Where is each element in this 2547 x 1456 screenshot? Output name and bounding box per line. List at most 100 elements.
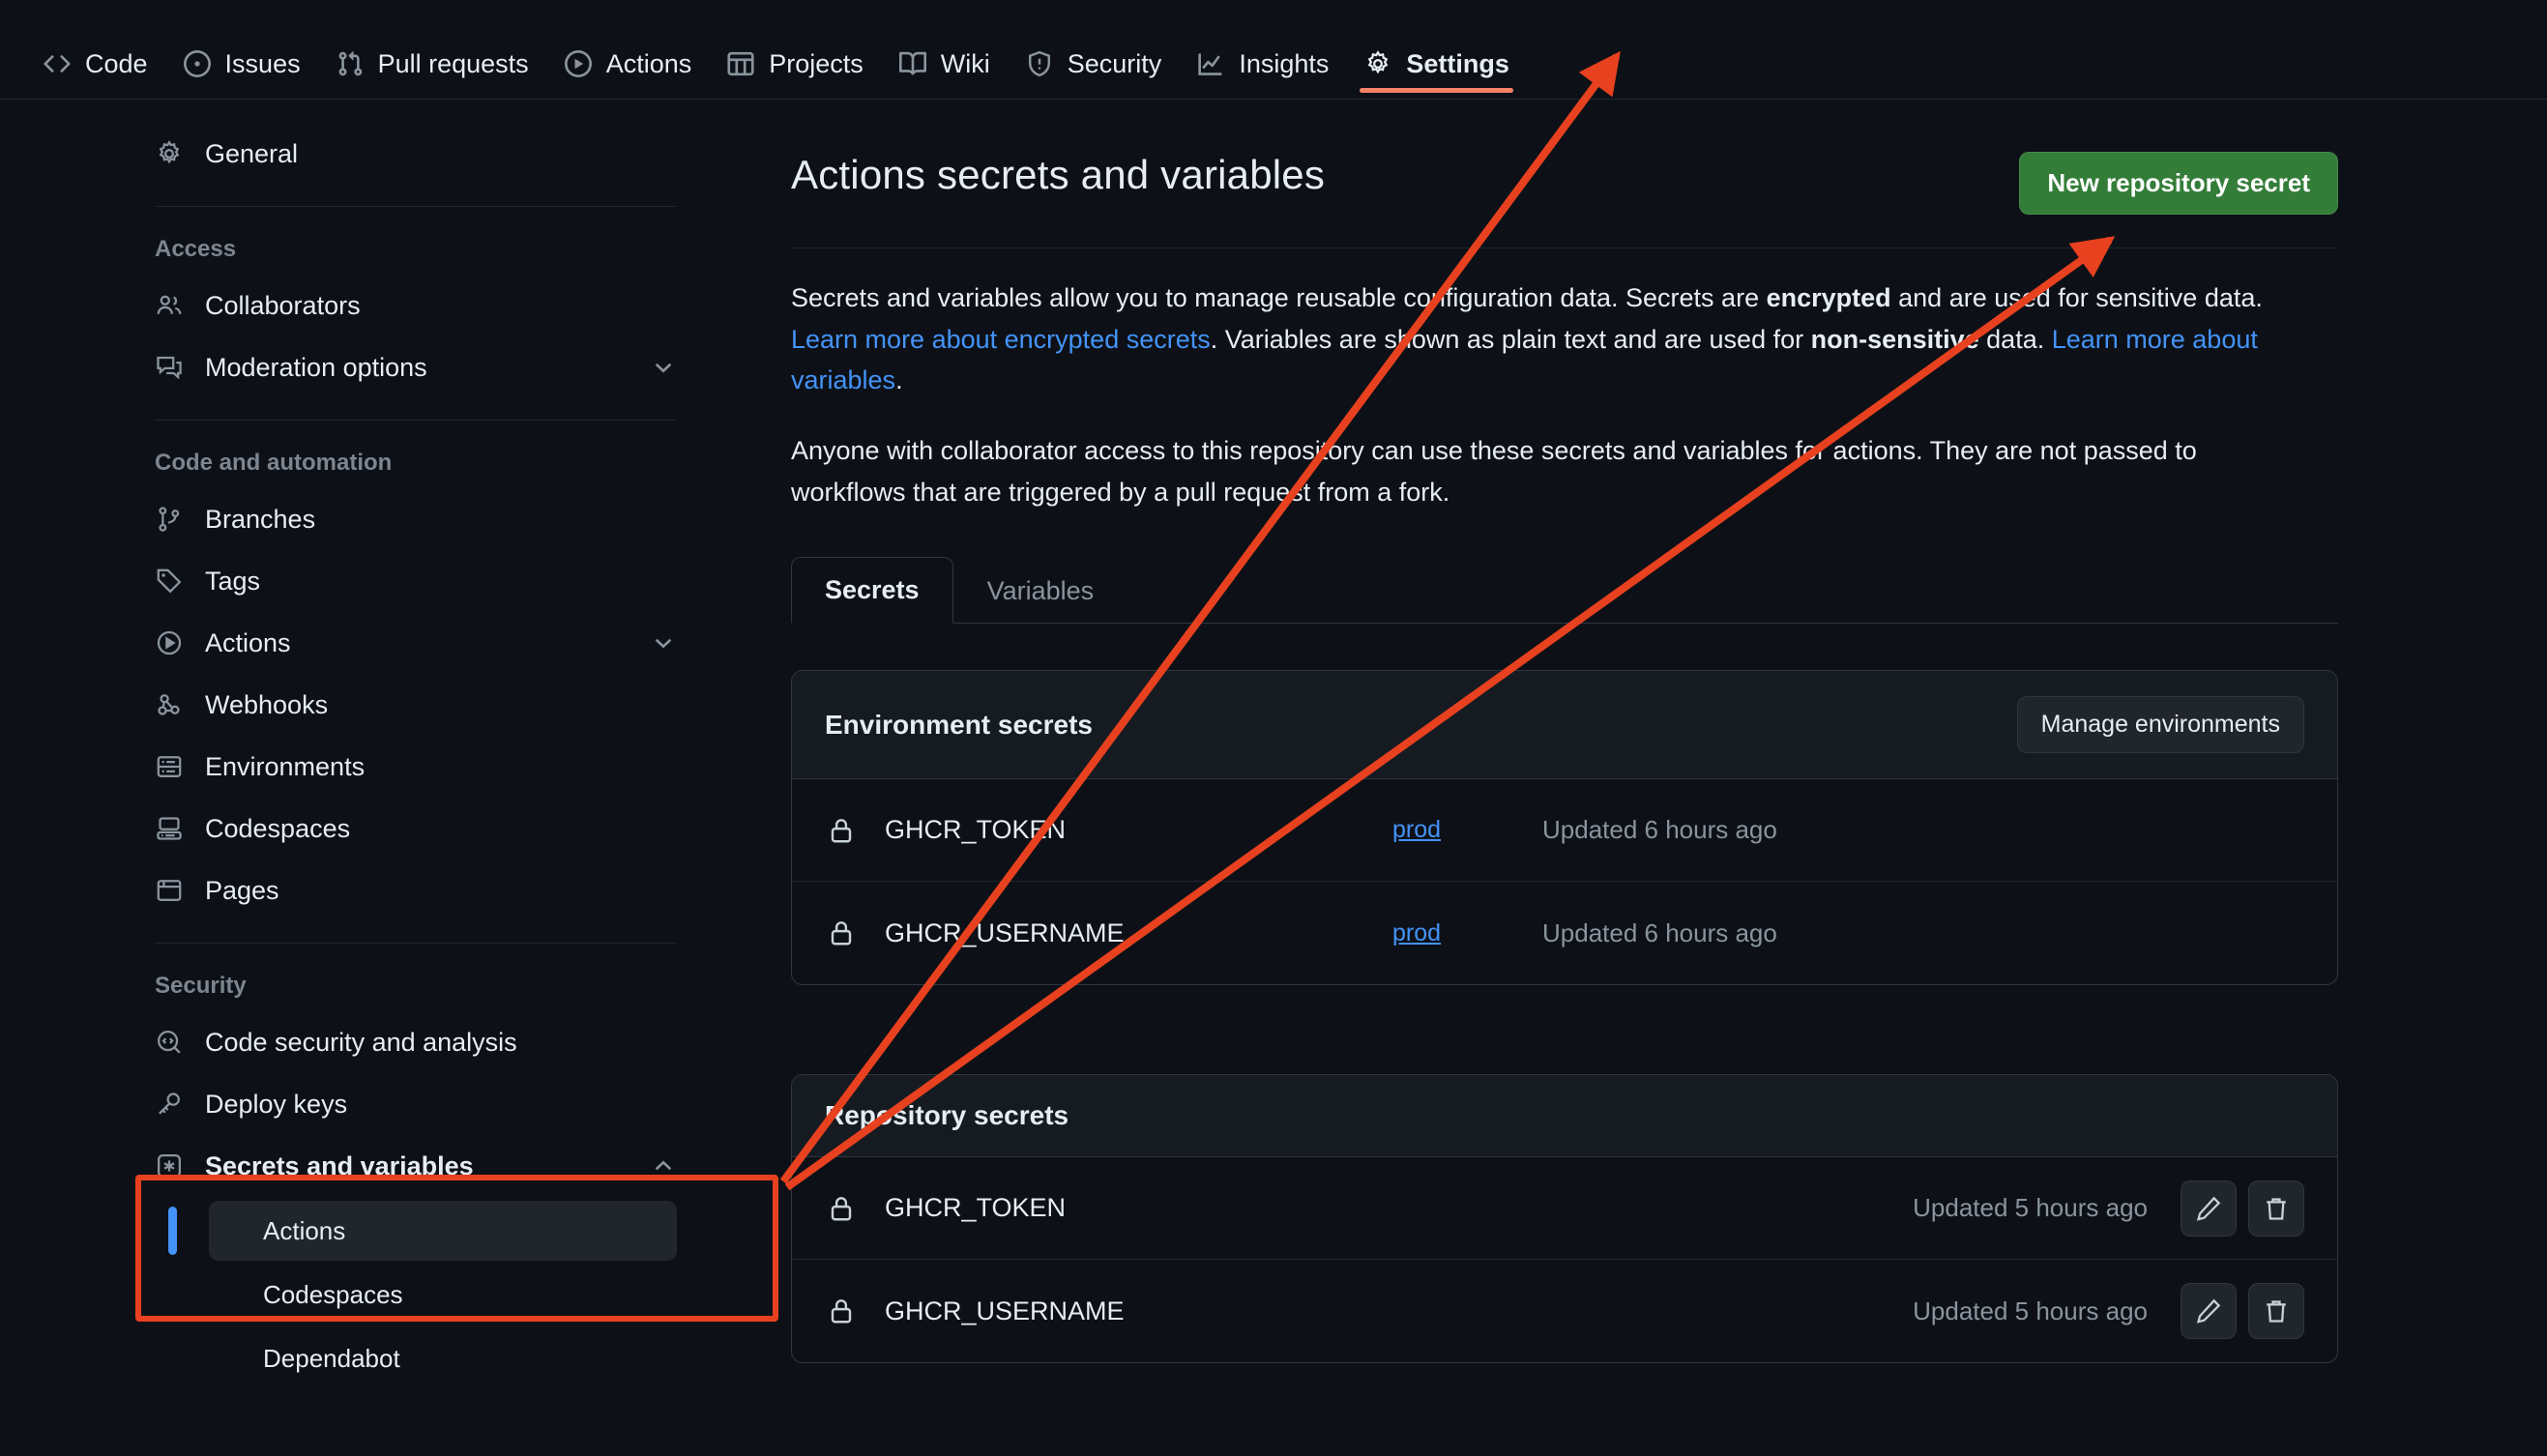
- sidebar-item-general[interactable]: General: [155, 123, 677, 185]
- repository-nav: Code Issues Pull requests Actions Projec…: [0, 0, 2547, 100]
- secrets-variables-tabs: Secrets Variables: [791, 557, 2338, 625]
- table-row[interactable]: GHCR_USERNAME prod Updated 6 hours ago: [792, 882, 2337, 984]
- nav-item-label: Actions: [605, 48, 692, 78]
- repository-secrets-title: Repository secrets: [825, 1100, 1069, 1131]
- sidebar-item-moderation-options[interactable]: Moderation options: [155, 336, 677, 398]
- secret-name: GHCR_USERNAME: [885, 917, 1125, 947]
- sidebar-subitem-label: Dependabot: [263, 1343, 400, 1373]
- nav-item-label: Pull requests: [377, 48, 529, 78]
- repository-secrets-header: Repository secrets: [792, 1075, 2337, 1158]
- browser-icon: [155, 876, 184, 905]
- row-actions: [2181, 1179, 2304, 1237]
- issue-opened-icon: [183, 49, 212, 78]
- secret-name: GHCR_TOKEN: [885, 815, 1067, 845]
- sidebar-item-label: Deploy keys: [205, 1089, 348, 1119]
- sidebar-item-label: General: [205, 138, 299, 168]
- nav-item-projects[interactable]: Projects: [709, 0, 881, 93]
- desc-text-3: . Variables are shown as plain text and …: [1210, 324, 1811, 354]
- secret-name: GHCR_USERNAME: [885, 1296, 1125, 1325]
- book-icon: [898, 49, 927, 78]
- environment-secrets-title: Environment secrets: [825, 709, 1093, 740]
- server-icon: [155, 752, 184, 781]
- sidebar-item-label: Collaborators: [205, 290, 361, 320]
- edit-secret-button[interactable]: [2181, 1283, 2237, 1340]
- key-icon: [155, 1090, 184, 1119]
- sidebar-item-codespaces[interactable]: Codespaces: [155, 798, 677, 859]
- sidebar-item-branches[interactable]: Branches: [155, 488, 677, 550]
- sidebar-item-label: Pages: [205, 875, 279, 905]
- nav-item-issues[interactable]: Issues: [165, 0, 318, 93]
- sidebar-item-label: Tags: [205, 566, 261, 596]
- comment-discussion-icon: [155, 353, 184, 382]
- row-actions: [2181, 1283, 2304, 1340]
- secret-updated: Updated 6 hours ago: [1542, 917, 1777, 947]
- nav-item-label: Security: [1067, 48, 1162, 78]
- sidebar-item-collaborators[interactable]: Collaborators: [155, 275, 677, 336]
- sidebar-item-environments[interactable]: Environments: [155, 736, 677, 798]
- codescan-icon: [155, 1028, 184, 1057]
- nav-item-actions[interactable]: Actions: [546, 0, 710, 93]
- sidebar-item-deploy-keys[interactable]: Deploy keys: [155, 1073, 677, 1135]
- table-row[interactable]: GHCR_TOKEN prod Updated 6 hours ago: [792, 779, 2337, 883]
- sidebar-item-label: Code security and analysis: [205, 1027, 517, 1057]
- new-repository-secret-button[interactable]: New repository secret: [2019, 152, 2338, 215]
- delete-secret-button[interactable]: [2248, 1179, 2304, 1237]
- nav-item-label: Insights: [1239, 48, 1330, 78]
- nav-item-label: Wiki: [940, 48, 990, 78]
- sidebar-item-label: Webhooks: [205, 689, 329, 719]
- desc-text-4: data.: [1978, 324, 2052, 354]
- codespaces-icon: [155, 814, 184, 843]
- manage-environments-button[interactable]: Manage environments: [2016, 696, 2304, 754]
- sidebar-divider: [155, 420, 677, 421]
- tab-secrets[interactable]: Secrets: [791, 557, 953, 625]
- nav-item-security[interactable]: Security: [1008, 0, 1180, 93]
- sidebar-item-secrets-dependabot[interactable]: Dependabot: [209, 1328, 677, 1388]
- chevron-down-icon[interactable]: [650, 354, 677, 381]
- git-branch-icon: [155, 505, 184, 534]
- sidebar-item-actions[interactable]: Actions: [155, 612, 677, 674]
- learn-more-encrypted-secrets-link[interactable]: Learn more about encrypted secrets: [791, 325, 1211, 354]
- desc-text-5: .: [895, 365, 903, 395]
- sidebar-item-pages[interactable]: Pages: [155, 859, 677, 921]
- lock-icon: [825, 1296, 858, 1325]
- repository-secrets-panel: Repository secrets GHCR_TOKEN Updated 5 …: [791, 1074, 2338, 1364]
- lock-icon: [825, 918, 858, 947]
- sidebar-item-label: Environments: [205, 751, 366, 781]
- webhook-icon: [155, 690, 184, 719]
- sidebar-item-webhooks[interactable]: Webhooks: [155, 674, 677, 736]
- gear-icon: [1363, 49, 1392, 78]
- nav-item-code[interactable]: Code: [25, 0, 165, 93]
- desc-text-2: and are used for sensitive data.: [1890, 283, 2263, 312]
- nav-item-wiki[interactable]: Wiki: [881, 0, 1008, 93]
- desc-bold-encrypted: encrypted: [1766, 283, 1891, 312]
- play-icon: [564, 49, 593, 78]
- main-content: Actions secrets and variables New reposi…: [791, 100, 2338, 1364]
- environment-link[interactable]: prod: [1291, 919, 1542, 947]
- sidebar-item-label: Branches: [205, 504, 316, 534]
- environment-secrets-header: Environment secrets Manage environments: [792, 671, 2337, 780]
- nav-item-label: Projects: [769, 48, 864, 78]
- play-icon: [155, 628, 184, 657]
- chevron-down-icon[interactable]: [650, 629, 677, 656]
- tab-variables[interactable]: Variables: [953, 558, 1128, 624]
- secret-updated: Updated 5 hours ago: [1913, 1296, 2148, 1325]
- nav-item-pull-requests[interactable]: Pull requests: [318, 0, 546, 93]
- environment-link[interactable]: prod: [1291, 816, 1542, 844]
- delete-secret-button[interactable]: [2248, 1283, 2304, 1340]
- edit-secret-button[interactable]: [2181, 1179, 2237, 1237]
- nav-item-settings[interactable]: Settings: [1346, 0, 1527, 93]
- description-paragraph-1: Secrets and variables allow you to manag…: [791, 277, 2299, 401]
- nav-item-label: Issues: [224, 48, 301, 78]
- sidebar-item-label: Moderation options: [205, 352, 427, 382]
- table-row[interactable]: GHCR_TOKEN Updated 5 hours ago: [792, 1157, 2337, 1261]
- secret-updated: Updated 5 hours ago: [1913, 1193, 2148, 1223]
- sidebar-item-code-security-and-analysis[interactable]: Code security and analysis: [155, 1011, 677, 1073]
- nav-item-label: Code: [85, 48, 148, 78]
- nav-item-insights[interactable]: Insights: [1179, 0, 1346, 93]
- code-icon: [43, 49, 72, 78]
- shield-icon: [1025, 49, 1054, 78]
- sidebar-item-tags[interactable]: Tags: [155, 550, 677, 612]
- table-row[interactable]: GHCR_USERNAME Updated 5 hours ago: [792, 1260, 2337, 1362]
- desc-bold-non-sensitive: non-sensitive: [1810, 324, 1979, 354]
- page-header: Actions secrets and variables New reposi…: [791, 100, 2338, 215]
